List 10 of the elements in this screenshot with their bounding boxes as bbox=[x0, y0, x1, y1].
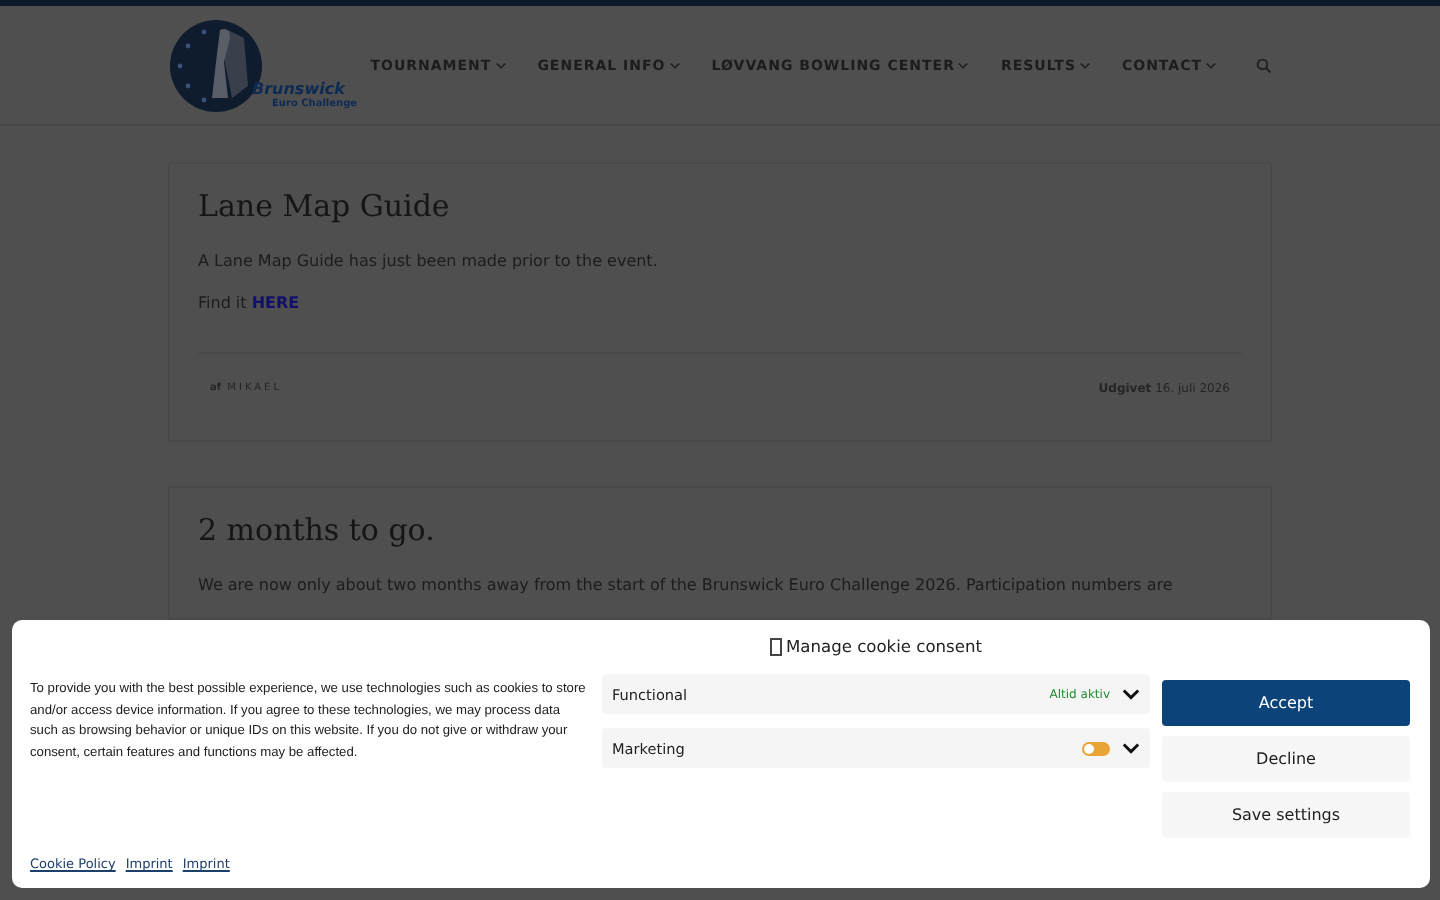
consent-button[interactable]: Decline bbox=[1162, 736, 1410, 782]
dialog-title: Manage cookie consent bbox=[786, 636, 982, 656]
chevron-down-icon[interactable] bbox=[1122, 742, 1140, 754]
consent-button[interactable]: Accept bbox=[1162, 680, 1410, 726]
chevron-down-icon[interactable] bbox=[1122, 688, 1140, 700]
missing-glyph-icon bbox=[770, 637, 782, 655]
toggle-switch[interactable] bbox=[1082, 741, 1110, 755]
post-title: Lane Map Guide bbox=[198, 188, 452, 224]
consent-button[interactable]: Save settings bbox=[1162, 792, 1410, 838]
post-title: 2 months to go. bbox=[198, 512, 437, 548]
